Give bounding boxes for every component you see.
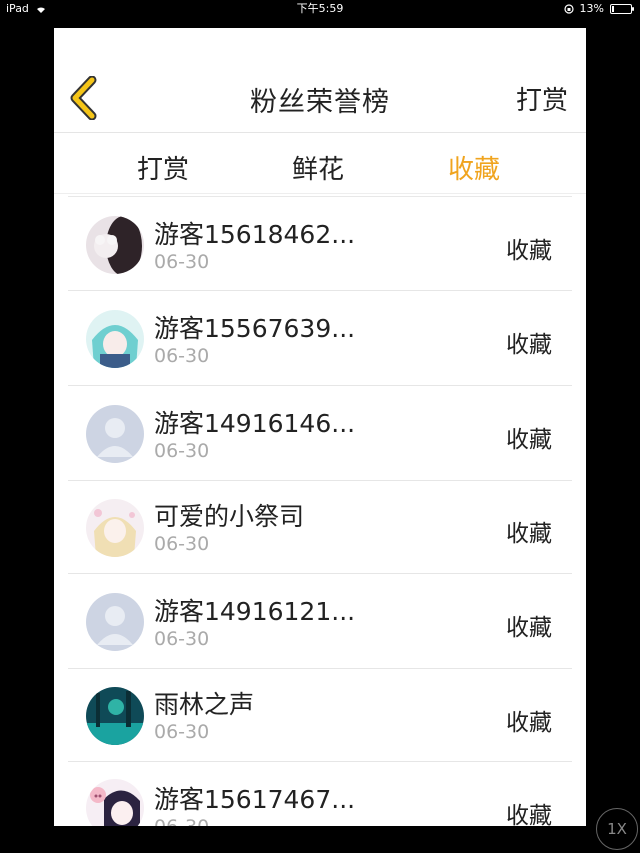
default-user-icon <box>86 405 144 463</box>
list-item[interactable]: 游客14916121... 06-30 收藏 <box>68 574 572 669</box>
date-label: 06-30 <box>154 251 210 273</box>
action-label: 收藏 <box>506 427 552 453</box>
list-item[interactable]: 游客14916146... 06-30 收藏 <box>68 386 572 481</box>
date-label: 06-30 <box>154 721 210 743</box>
battery-icon <box>610 4 634 14</box>
list-item[interactable]: 游客15617467... 06-30 收藏 <box>68 762 572 826</box>
action-label: 收藏 <box>506 521 552 547</box>
tab-flowers[interactable]: 鲜花 <box>292 149 344 186</box>
action-label: 收藏 <box>506 238 552 264</box>
list-item[interactable]: 雨林之声 06-30 收藏 <box>68 669 572 762</box>
anime-pig-girl-icon <box>86 779 144 826</box>
rotation-lock-icon <box>563 4 574 14</box>
date-label: 06-30 <box>154 533 210 555</box>
list-item[interactable]: 游客15618462... 06-30 收藏 <box>68 197 572 291</box>
tab-favorites[interactable]: 收藏 <box>448 149 500 186</box>
user-name: 游客14916146... <box>154 409 356 438</box>
anime-blonde-girl-icon <box>86 499 144 557</box>
default-user-icon <box>86 593 144 651</box>
action-label: 收藏 <box>506 710 552 736</box>
user-name: 游客15567639... <box>154 314 356 343</box>
zoom-1x-button[interactable]: 1X <box>596 808 638 850</box>
tab-reward[interactable]: 打赏 <box>137 149 189 186</box>
page-title: 粉丝荣誉榜 <box>250 87 390 118</box>
tab-bar: 打赏 鲜花 收藏 <box>54 133 586 194</box>
user-name: 游客14916121... <box>154 597 356 626</box>
date-label: 06-30 <box>154 345 210 367</box>
action-label: 收藏 <box>506 803 552 826</box>
user-name: 游客15618462... <box>154 220 356 249</box>
date-label: 06-30 <box>154 628 210 650</box>
clock: 下午5:59 <box>296 2 344 15</box>
status-bar: iPad 下午5:59 13% <box>0 0 640 18</box>
action-label: 收藏 <box>506 332 552 358</box>
list-item[interactable]: 游客15567639... 06-30 收藏 <box>68 291 572 386</box>
user-name: 可爱的小祭司 <box>154 502 305 531</box>
app-screen: 粉丝荣誉榜 打赏 打赏 鲜花 收藏 游客15618462... 06-30 收藏 <box>54 28 586 826</box>
anime-teal-hair-icon <box>86 310 144 368</box>
user-name: 游客15617467... <box>154 785 356 814</box>
date-label: 06-30 <box>154 816 209 826</box>
list-item[interactable]: 可爱的小祭司 06-30 收藏 <box>68 481 572 574</box>
rainforest-icon <box>86 687 144 745</box>
date-label: 06-30 <box>154 440 210 462</box>
fan-list: 游客15618462... 06-30 收藏 游客15567639... 06-… <box>68 196 572 826</box>
girl-dark-hair-icon <box>86 216 144 274</box>
action-label: 收藏 <box>506 615 552 641</box>
nav-header: 粉丝荣誉榜 打赏 <box>54 28 586 133</box>
user-name: 雨林之声 <box>154 690 255 719</box>
reward-button[interactable]: 打赏 <box>516 80 568 117</box>
battery-percent: 13% <box>579 2 604 15</box>
